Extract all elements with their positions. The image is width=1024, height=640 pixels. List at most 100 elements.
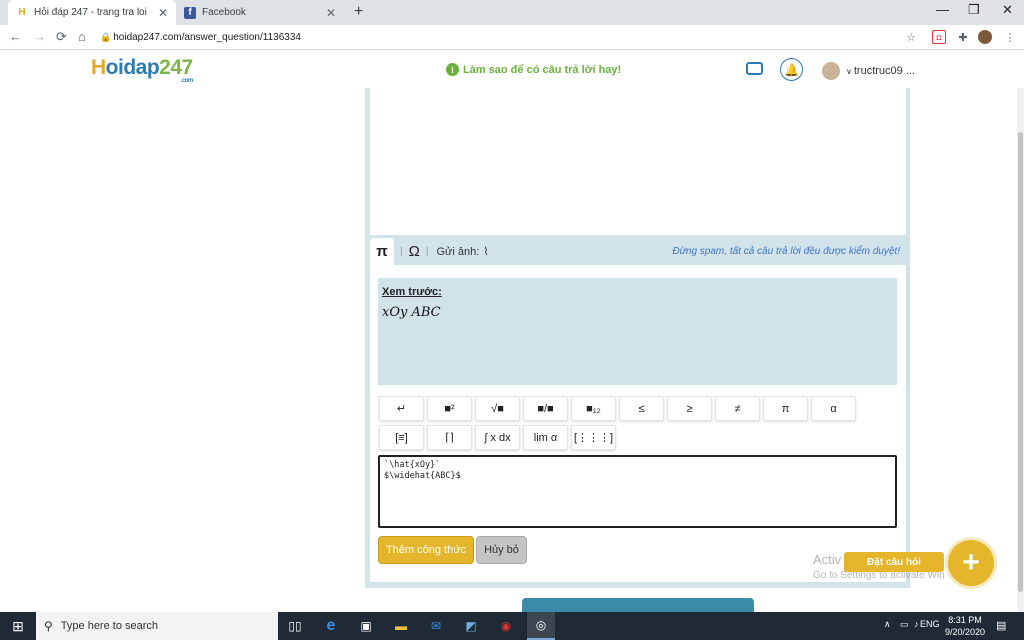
ask-question-label[interactable]: Đặt câu hỏi xyxy=(844,552,944,572)
math-formula-area: Xem trước: xOy ABC ↵ ■² √■ ■/■ ■₁₂ ≤ ≥ ≠… xyxy=(370,265,906,582)
forward-button[interactable]: → xyxy=(33,29,46,44)
math-button-row-1: ↵ ■² √■ ■/■ ■₁₂ ≤ ≥ ≠ π α xyxy=(379,396,859,421)
formula-preview: Xem trước: xOy ABC xyxy=(378,278,897,385)
info-icon: i xyxy=(446,63,459,76)
math-button-row-2: [≡] ⌈⌉ ∫ x dx lim α [⋮⋮⋮] xyxy=(379,425,619,450)
photos-icon[interactable]: ◩ xyxy=(462,617,480,635)
send-image-label[interactable]: Gửi ảnh: xyxy=(436,246,479,258)
superscript-button[interactable]: ■² xyxy=(427,396,472,421)
notification-bell-icon[interactable]: 🔔 xyxy=(780,58,803,81)
reload-button[interactable]: ⟳ xyxy=(56,29,67,45)
bookmark-star-icon[interactable]: ☆ xyxy=(904,30,918,44)
tab-hoidap[interactable]: H Hỏi đáp 247 - trang tra loi ✕ xyxy=(8,0,176,25)
page-body: π | Ω | Gửi ảnh: ⌇ Đừng spam, tất cả câu… xyxy=(0,88,1024,624)
app-icon[interactable]: ◉ xyxy=(497,617,515,635)
tip-link[interactable]: i Làm sao để có câu trả lời hay! xyxy=(446,63,621,76)
logo-h: H xyxy=(91,56,106,79)
spam-notice: Đừng spam, tất cả câu trả lời đều được k… xyxy=(672,246,900,257)
search-placeholder: Type here to search xyxy=(60,620,159,632)
avatar xyxy=(822,62,840,80)
tab-title: Facebook xyxy=(202,7,246,18)
cancel-button[interactable]: Hủy bỏ xyxy=(476,536,527,564)
fraction-button[interactable]: ■/■ xyxy=(523,396,568,421)
math-toolbar-tabs: π | Ω | Gửi ảnh: ⌇ Đừng spam, tất cả câu… xyxy=(370,238,906,265)
chat-icon[interactable] xyxy=(746,62,763,75)
answer-panel: π | Ω | Gửi ảnh: ⌇ Đừng spam, tất cả câu… xyxy=(365,88,910,588)
task-view-icon[interactable]: ▯▯ xyxy=(286,617,304,635)
tip-text: Làm sao để có câu trả lời hay! xyxy=(463,63,622,76)
formula-input[interactable]: `\hat{xOy}` $\widehat{ABC}$ xyxy=(378,455,897,528)
sqrt-button[interactable]: √■ xyxy=(475,396,520,421)
windows-start-icon[interactable]: ⊞ xyxy=(0,612,36,640)
tab-title: Hỏi đáp 247 - trang tra loi xyxy=(34,7,147,18)
taskbar-search[interactable]: ⚲ Type here to search xyxy=(36,612,278,640)
limit-button[interactable]: lim α xyxy=(523,425,568,450)
home-button[interactable]: ⌂ xyxy=(78,29,86,44)
mail-icon[interactable]: ✉ xyxy=(427,617,445,635)
tab-close-icon[interactable]: ✕ xyxy=(158,6,168,20)
tray-chevron-icon[interactable]: ∧ xyxy=(884,619,891,630)
menu-dots-icon[interactable]: ⋮ xyxy=(1003,30,1017,44)
scrollbar-thumb[interactable] xyxy=(1018,132,1023,592)
divider: | xyxy=(400,246,403,257)
integral-button[interactable]: ∫ x dx xyxy=(475,425,520,450)
divider: | xyxy=(425,246,429,257)
tab-close-icon[interactable]: ✕ xyxy=(326,6,336,20)
volume-icon[interactable]: ♪ xyxy=(914,619,919,629)
tab-facebook[interactable]: f Facebook ✕ xyxy=(176,0,344,25)
subscript-button[interactable]: ■₁₂ xyxy=(571,396,616,421)
pi-button[interactable]: π xyxy=(763,396,808,421)
edge-icon[interactable]: e xyxy=(322,617,340,635)
screen: H Hỏi đáp 247 - trang tra loi ✕ f Facebo… xyxy=(0,0,1024,640)
file-explorer-icon[interactable]: ▬ xyxy=(392,617,410,635)
matrix-button[interactable]: [⋮⋮⋮] xyxy=(571,425,616,450)
back-button[interactable]: ← xyxy=(9,29,22,44)
neq-button[interactable]: ≠ xyxy=(715,396,760,421)
alpha-button[interactable]: α xyxy=(811,396,856,421)
scrollbar[interactable] xyxy=(1017,88,1024,612)
activation-watermark: Activ xyxy=(813,552,842,567)
geq-button[interactable]: ≥ xyxy=(667,396,712,421)
site-logo[interactable]: Hoidap247 .com xyxy=(91,56,193,84)
extension-icon[interactable]: ◘ xyxy=(932,30,946,44)
chrome-icon[interactable]: ◎ xyxy=(527,612,555,640)
newline-button[interactable]: ↵ xyxy=(379,396,424,421)
username: tructruc09 ... xyxy=(853,65,915,77)
browser-tabstrip: H Hỏi đáp 247 - trang tra loi ✕ f Facebo… xyxy=(0,0,1024,25)
extensions-puzzle-icon[interactable]: ✚ xyxy=(956,30,970,44)
logo-com: .com xyxy=(180,78,194,84)
paperclip-icon[interactable]: ⌇ xyxy=(483,245,488,258)
url-text: hoidap247.com/answer_question/1136334 xyxy=(113,32,301,43)
logo-text: oidap xyxy=(105,56,160,79)
user-menu[interactable]: ∨ tructruc09 ... xyxy=(822,62,915,80)
language-indicator[interactable]: ENG xyxy=(920,619,940,629)
restore-button[interactable]: ❐ xyxy=(968,2,980,18)
notifications-icon[interactable]: ▤ xyxy=(996,619,1006,632)
clock-date: 9/20/2020 xyxy=(944,627,986,637)
profile-avatar[interactable] xyxy=(978,30,992,44)
leq-button[interactable]: ≤ xyxy=(619,396,664,421)
address-bar[interactable]: 🔒 hoidap247.com/answer_question/1136334 xyxy=(100,28,924,47)
minimize-button[interactable]: — xyxy=(936,2,949,17)
clock-time: 8:31 PM xyxy=(948,615,982,625)
answer-text-editor[interactable] xyxy=(370,88,906,235)
facebook-favicon-icon: f xyxy=(184,6,196,19)
browser-toolbar: ← → ⟳ ⌂ 🔒 hoidap247.com/answer_question/… xyxy=(0,25,1024,50)
chevron-down-icon: ∨ xyxy=(846,66,852,76)
add-formula-button[interactable]: Thêm công thức xyxy=(378,536,474,564)
bracket-button[interactable]: ⌈⌉ xyxy=(427,425,472,450)
tab-math-symbols[interactable]: π xyxy=(370,238,394,265)
network-icon[interactable]: ▭ xyxy=(900,619,909,630)
new-tab-button[interactable]: + xyxy=(354,3,363,21)
search-icon: ⚲ xyxy=(44,619,53,633)
store-icon[interactable]: ▣ xyxy=(357,617,375,635)
lock-icon: 🔒 xyxy=(100,32,112,42)
taskbar: ⊞ ⚲ Type here to search ▯▯ e ▣ ▬ ✉ ◩ ◉ ◎… xyxy=(0,612,1024,640)
site-header: Hoidap247 .com i Làm sao để có câu trả l… xyxy=(0,51,1024,88)
clock[interactable]: 8:31 PM 9/20/2020 xyxy=(940,614,990,638)
close-window-button[interactable]: ✕ xyxy=(1002,2,1013,18)
ask-question-plus-button[interactable]: + xyxy=(948,540,994,586)
system-button[interactable]: [≡] xyxy=(379,425,424,450)
tab-special-chars[interactable]: Ω xyxy=(409,243,420,260)
preview-math: xOy ABC xyxy=(382,305,441,320)
